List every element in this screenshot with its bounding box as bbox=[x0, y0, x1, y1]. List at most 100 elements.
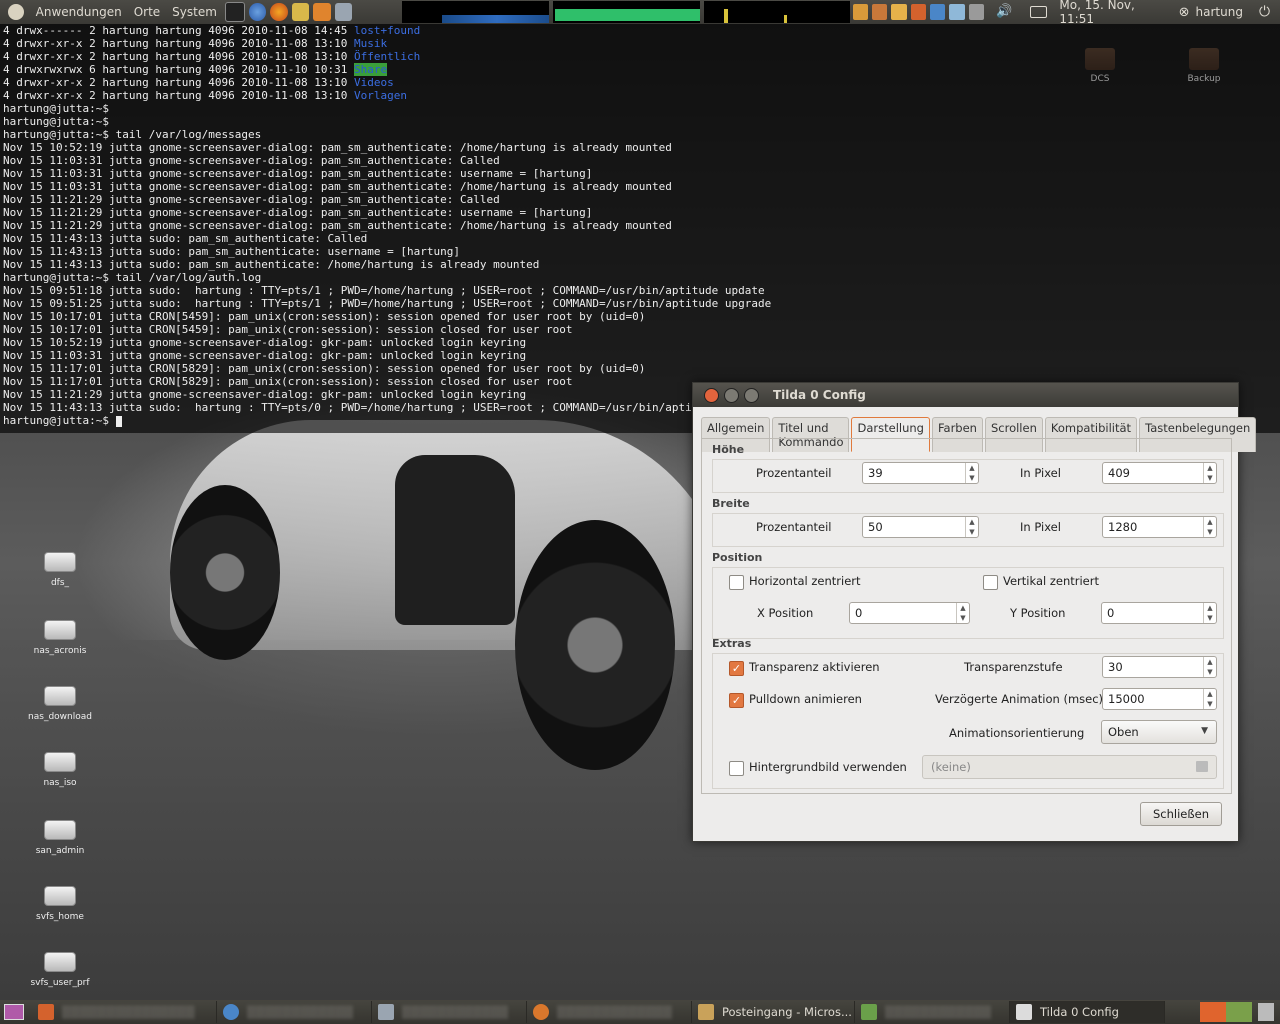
user-status-icon[interactable]: ⊗ bbox=[1179, 5, 1190, 20]
spinner-arrows-icon[interactable]: ▲ ▼ bbox=[1203, 657, 1216, 677]
transparency-level-spinner[interactable]: 30 ▲ ▼ bbox=[1102, 656, 1217, 678]
terminal-cursor bbox=[115, 415, 122, 427]
taskbar-task[interactable]: ▒▒▒▒▒▒▒▒▒▒▒▒▒▒▒ bbox=[32, 1001, 217, 1023]
desktop-icon-folder[interactable]: Backup bbox=[1164, 48, 1244, 84]
desktop-icon-drive[interactable]: svfs_user_prf bbox=[20, 952, 100, 988]
x-position-spinner[interactable]: 0 ▲ ▼ bbox=[849, 602, 970, 624]
taskbar-task[interactable]: ▒▒▒▒▒▒▒▒▒▒▒▒ bbox=[372, 1001, 527, 1023]
terminal-line: Nov 15 11:03:31 jutta gnome-screensaver-… bbox=[3, 167, 593, 180]
close-window-icon[interactable] bbox=[704, 387, 719, 403]
clock[interactable]: Mo, 15. Nov, 11:51 bbox=[1059, 0, 1168, 26]
mail-icon[interactable] bbox=[1030, 6, 1048, 18]
chevron-down-icon: ▼ bbox=[1201, 726, 1208, 736]
maximize-window-icon[interactable] bbox=[744, 387, 759, 403]
spinner-arrows-icon[interactable]: ▲ ▼ bbox=[1203, 603, 1216, 623]
spinner-arrows-icon[interactable]: ▲ ▼ bbox=[1203, 517, 1216, 537]
app-icon bbox=[38, 1004, 54, 1020]
browser-launcher-icon[interactable] bbox=[248, 3, 267, 21]
taskbar-task[interactable]: ▒▒▒▒▒▒▒▒▒▒▒▒ bbox=[855, 1001, 1010, 1023]
animation-orientation-select[interactable]: Oben ▼ bbox=[1101, 720, 1217, 744]
spinner-arrows-icon[interactable]: ▲ ▼ bbox=[965, 463, 978, 483]
spinner-arrows-icon[interactable]: ▲ ▼ bbox=[956, 603, 969, 623]
drive-icon bbox=[44, 886, 76, 906]
x-position-label: X Position bbox=[757, 606, 814, 620]
app-launcher-icon[interactable] bbox=[291, 3, 310, 21]
firefox-icon bbox=[533, 1004, 549, 1020]
desktop-icon-drive[interactable]: nas_download bbox=[20, 686, 100, 722]
desktop-icon-drive[interactable]: nas_iso bbox=[20, 752, 100, 788]
vertical-center-label: Vertikal zentriert bbox=[1003, 574, 1099, 588]
dropbox-icon[interactable] bbox=[929, 4, 946, 20]
user-name[interactable]: hartung bbox=[1196, 5, 1243, 19]
spinner-arrows-icon[interactable]: ▲ ▼ bbox=[1203, 689, 1216, 709]
desktop-icon-drive[interactable]: dfs_ bbox=[20, 552, 100, 588]
taskbar-task[interactable]: ▒▒▒▒▒▒▒▒▒▒▒▒ bbox=[217, 1001, 372, 1023]
taskbar-task-tilda[interactable]: Tilda 0 Config bbox=[1010, 1001, 1165, 1023]
memory-monitor-graph[interactable] bbox=[553, 1, 700, 23]
breite-pixel-spinner[interactable]: 1280 ▲ ▼ bbox=[1102, 516, 1217, 538]
folder-icon bbox=[1085, 48, 1115, 70]
desktop-icon-folder[interactable]: DCS bbox=[1060, 48, 1140, 84]
bottom-panel: ▒▒▒▒▒▒▒▒▒▒▒▒▒▒▒ ▒▒▒▒▒▒▒▒▒▒▒▒ ▒▒▒▒▒▒▒▒▒▒▒… bbox=[0, 1000, 1280, 1024]
terminal-launcher-icon[interactable] bbox=[224, 2, 245, 22]
spinner-arrows-icon[interactable]: ▲ ▼ bbox=[1203, 463, 1216, 483]
menu-applications[interactable]: Anwendungen bbox=[30, 5, 128, 19]
darstellung-panel: Höhe Prozentanteil 39 ▲ ▼ In Pixel 409 ▲ ▼ B… bbox=[701, 438, 1232, 794]
tray-clock-app-icon[interactable] bbox=[891, 4, 907, 20]
background-image-checkbox[interactable] bbox=[729, 761, 744, 776]
hoehe-pixel-spinner[interactable]: 409 ▲ ▼ bbox=[1102, 462, 1217, 484]
cpu-monitor-graph[interactable] bbox=[402, 1, 550, 23]
y-position-spinner[interactable]: 0 ▲ ▼ bbox=[1101, 602, 1217, 624]
terminal-line: Nov 15 11:21:29 jutta gnome-screensaver-… bbox=[3, 193, 500, 206]
transparency-checkbox[interactable]: ✓ bbox=[729, 661, 744, 676]
taskbar-task[interactable]: ▒▒▒▒▒▒▒▒▒▒▒▒▒ bbox=[527, 1001, 692, 1023]
terminal-line: Nov 15 10:52:19 jutta gnome-screensaver-… bbox=[3, 141, 672, 154]
dialog-titlebar[interactable]: Tilda 0 Config bbox=[693, 383, 1238, 407]
hoehe-percent-spinner[interactable]: 39 ▲ ▼ bbox=[862, 462, 979, 484]
power-icon[interactable]: ⏻ bbox=[1259, 4, 1270, 20]
vertical-center-checkbox[interactable] bbox=[983, 575, 998, 590]
tools-launcher-icon[interactable] bbox=[313, 3, 331, 21]
close-button[interactable]: Schließen bbox=[1140, 802, 1222, 826]
firefox-launcher-icon[interactable] bbox=[270, 3, 288, 21]
tray-network-icon[interactable] bbox=[949, 4, 965, 20]
drive-icon bbox=[44, 820, 76, 840]
workspace-switcher[interactable] bbox=[1200, 1002, 1252, 1022]
minimize-window-icon[interactable] bbox=[724, 387, 739, 403]
terminal-line: Nov 15 11:43:13 jutta sudo: pam_sm_authe… bbox=[3, 232, 368, 245]
hoehe-pixel-label: In Pixel bbox=[1020, 466, 1061, 480]
top-panel: Anwendungen Orte System 🔊 Mo, 15. Nov, 1… bbox=[0, 0, 1280, 26]
spinner-arrows-icon[interactable]: ▲ ▼ bbox=[965, 517, 978, 537]
terminal-line: Nov 15 11:21:29 jutta gnome-screensaver-… bbox=[3, 206, 593, 219]
tray-app-icon[interactable] bbox=[852, 4, 868, 20]
background-image-label: Hintergrundbild verwenden bbox=[749, 760, 907, 774]
desktop-icon-drive[interactable]: svfs_home bbox=[20, 886, 100, 922]
desktop-icon-drive[interactable]: nas_acronis bbox=[20, 620, 100, 656]
directory-name: Musik bbox=[354, 37, 388, 50]
desktop-icon-drive[interactable]: san_admin bbox=[20, 820, 100, 856]
terminal-line: Nov 15 11:03:31 jutta gnome-screensaver-… bbox=[3, 180, 672, 193]
animation-delay-spinner[interactable]: 15000 ▲ ▼ bbox=[1102, 688, 1217, 710]
menu-system[interactable]: System bbox=[166, 5, 223, 19]
tray-battery-icon[interactable] bbox=[968, 4, 985, 20]
taskbar-task-outlook[interactable]: Posteingang - Micros... bbox=[692, 1001, 855, 1023]
pulldown-animate-checkbox[interactable]: ✓ bbox=[729, 693, 744, 708]
horizontal-center-checkbox[interactable] bbox=[729, 575, 744, 590]
app-icon bbox=[378, 1004, 394, 1020]
ubuntu-logo-icon[interactable] bbox=[8, 4, 24, 20]
tray-app-icon[interactable] bbox=[871, 4, 888, 20]
terminal-line: Nov 15 09:51:18 jutta sudo: hartung : TT… bbox=[3, 284, 765, 297]
trash-icon[interactable] bbox=[1258, 1003, 1274, 1021]
terminal-line: Nov 15 09:51:25 jutta sudo: hartung : TT… bbox=[3, 297, 772, 310]
network-launcher-icon[interactable] bbox=[334, 3, 353, 21]
terminal-line: Nov 15 10:17:01 jutta CRON[5459]: pam_un… bbox=[3, 310, 646, 323]
tray-tools-icon[interactable] bbox=[910, 4, 926, 20]
network-monitor-graph[interactable] bbox=[703, 1, 851, 23]
tilda-terminal[interactable]: 4 drwx------ 2 hartung hartung 4096 2010… bbox=[0, 24, 1280, 433]
show-desktop-icon[interactable] bbox=[4, 1004, 24, 1020]
background-image-file-chooser[interactable]: (keine) bbox=[922, 755, 1217, 779]
breite-percent-spinner[interactable]: 50 ▲ ▼ bbox=[862, 516, 979, 538]
menu-places[interactable]: Orte bbox=[128, 5, 166, 19]
volume-icon[interactable]: 🔊 bbox=[996, 4, 1012, 20]
directory-name: Vorlagen bbox=[354, 89, 407, 102]
